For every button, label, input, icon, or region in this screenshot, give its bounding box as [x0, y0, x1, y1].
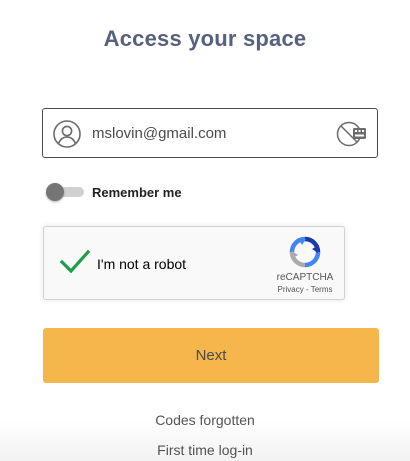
recaptcha-links: Privacy - Terms [266, 285, 344, 294]
terms-link[interactable]: Terms [311, 285, 333, 294]
page-title: Access your space [103, 26, 307, 51]
link-separator: - [303, 285, 311, 294]
remember-me-toggle[interactable]: Remember me [46, 182, 246, 202]
recaptcha-brand: reCAPTCHA [276, 272, 334, 283]
recaptcha-widget: I'm not a robot reCAPTCHA Privacy - Term… [43, 226, 345, 300]
login-page: Access your space Remember me I'm not a … [0, 0, 410, 461]
checkmark-icon[interactable] [59, 249, 91, 275]
remember-me-label: Remember me [92, 185, 182, 200]
privacy-link[interactable]: Privacy [278, 285, 304, 294]
user-circle-icon [53, 120, 81, 148]
recaptcha-logo-icon [289, 236, 321, 268]
toggle-knob[interactable] [46, 183, 64, 201]
captcha-label: I'm not a robot [97, 256, 187, 272]
email-field[interactable] [42, 108, 378, 158]
codes-forgotten-link[interactable]: Codes forgotten [0, 412, 410, 428]
virtual-keyboard-icon[interactable] [336, 121, 368, 147]
first-time-login-link[interactable]: First time log-in [0, 442, 410, 458]
email-input[interactable] [92, 109, 332, 157]
next-button[interactable]: Next [43, 328, 379, 383]
